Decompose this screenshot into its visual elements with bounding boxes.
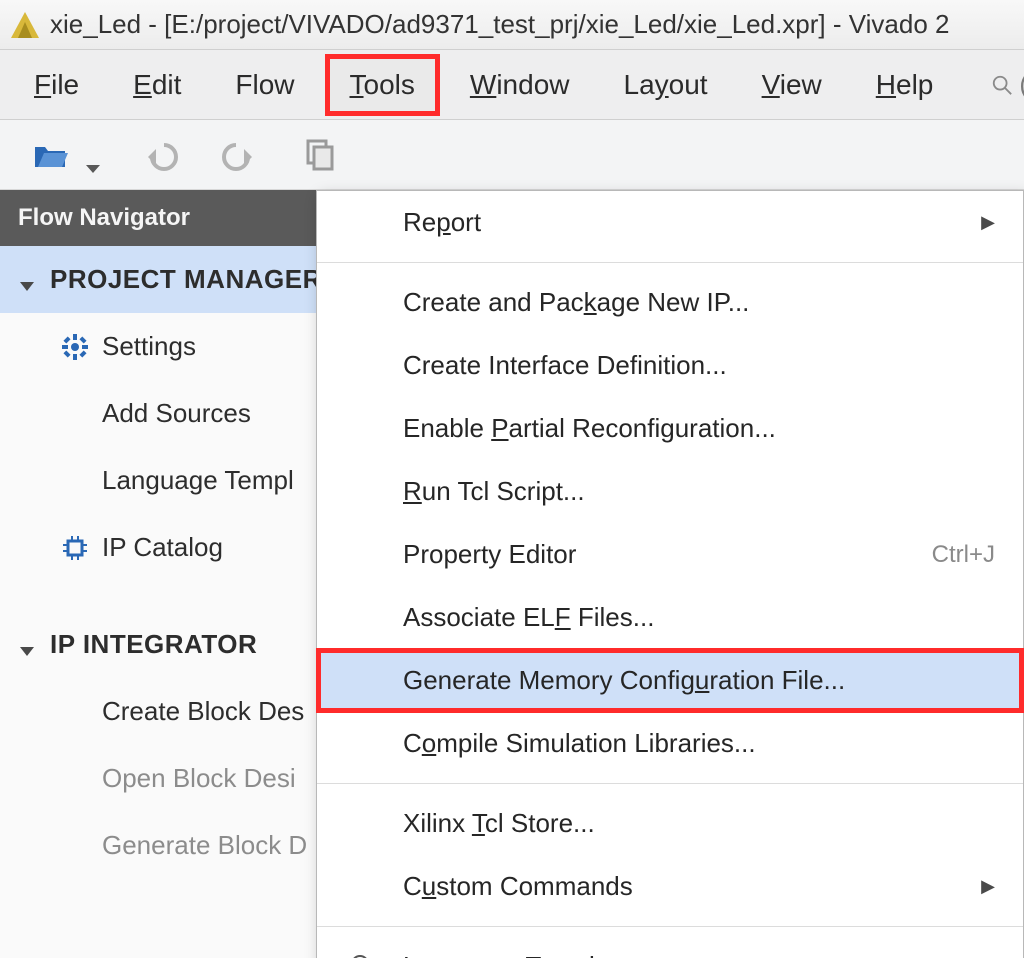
submenu-arrow-icon: ▶: [981, 876, 995, 897]
open-dropdown-icon[interactable]: [86, 165, 100, 173]
menu-edit[interactable]: Edit: [109, 55, 205, 115]
menu-custom-commands[interactable]: Custom Commands ▶: [317, 855, 1023, 918]
toolbar: [0, 120, 1024, 190]
section-ip-integrator[interactable]: IP INTEGRATOR: [0, 611, 360, 678]
nav-create-block-design[interactable]: Create Block Des: [0, 678, 360, 745]
nav-add-sources[interactable]: Add Sources: [0, 380, 360, 447]
menu-enable-partial-reconfig[interactable]: Enable Partial Reconfiguration...: [317, 397, 1023, 460]
nav-label: Settings: [102, 331, 196, 362]
menu-associate-elf-files[interactable]: Associate ELF Files...: [317, 586, 1023, 649]
menu-help[interactable]: Help: [852, 55, 958, 115]
nav-ip-catalog[interactable]: IP Catalog: [0, 514, 360, 581]
chevron-down-icon: [18, 271, 36, 289]
menu-window[interactable]: Window: [446, 55, 594, 115]
flow-navigator-title: Flow Navigator: [0, 190, 360, 246]
copy-icon[interactable]: [300, 135, 340, 175]
menu-report[interactable]: Report ▶: [317, 191, 1023, 254]
nav-language-templates[interactable]: Language Templ: [0, 447, 360, 514]
chevron-down-icon: [18, 636, 36, 654]
nav-label: Generate Block D: [102, 830, 307, 861]
menu-separator: [317, 926, 1023, 927]
nav-generate-block-design[interactable]: Generate Block D: [0, 812, 360, 879]
nav-open-block-design[interactable]: Open Block Desi: [0, 745, 360, 812]
window-titlebar: xie_Led - [E:/project/VIVADO/ad9371_test…: [0, 0, 1024, 50]
open-project-icon[interactable]: [30, 135, 70, 175]
menu-separator: [317, 262, 1023, 263]
menu-create-interface-definition[interactable]: Create Interface Definition...: [317, 334, 1023, 397]
menu-create-package-ip[interactable]: Create and Package New IP...: [317, 271, 1023, 334]
menu-generate-memory-config-file[interactable]: Generate Memory Configuration File...: [317, 649, 1023, 712]
menubar: File Edit Flow Tools Window Layout View …: [0, 50, 1024, 120]
section-label: PROJECT MANAGER: [50, 264, 322, 295]
nav-settings[interactable]: Settings: [0, 313, 360, 380]
submenu-arrow-icon: ▶: [981, 212, 995, 233]
undo-icon[interactable]: [140, 135, 180, 175]
window-title: xie_Led - [E:/project/VIVADO/ad9371_test…: [50, 9, 949, 40]
tools-menu-dropdown: Report ▶ Create and Package New IP... Cr…: [316, 190, 1024, 958]
nav-label: Open Block Desi: [102, 763, 296, 794]
menu-file[interactable]: File: [10, 55, 103, 115]
app-logo-icon: [8, 8, 42, 42]
search-icon: [991, 74, 1013, 96]
lightbulb-icon: [345, 952, 375, 958]
menu-separator: [317, 783, 1023, 784]
flow-navigator-panel: Flow Navigator PROJECT MANAGER Settings …: [0, 190, 360, 958]
menu-compile-simulation-libraries[interactable]: Compile Simulation Libraries...: [317, 712, 1023, 775]
menu-language-templates[interactable]: Language Templates: [317, 935, 1023, 958]
menu-flow[interactable]: Flow: [211, 55, 318, 115]
section-label: IP INTEGRATOR: [50, 629, 257, 660]
section-project-manager[interactable]: PROJECT MANAGER: [0, 246, 360, 313]
nav-label: Add Sources: [102, 398, 251, 429]
menu-view[interactable]: View: [738, 55, 846, 115]
redo-icon[interactable]: [220, 135, 260, 175]
nav-label: IP Catalog: [102, 532, 223, 563]
menu-run-tcl-script[interactable]: Run Tcl Script...: [317, 460, 1023, 523]
menu-property-editor[interactable]: Property Editor Ctrl+J: [317, 523, 1023, 586]
nav-label: Language Templ: [102, 465, 294, 496]
quick-search[interactable]: (: [981, 69, 1024, 100]
nav-label: Create Block Des: [102, 696, 304, 727]
chip-icon: [62, 535, 88, 561]
menu-xilinx-tcl-store[interactable]: Xilinx Tcl Store...: [317, 792, 1023, 855]
shortcut-label: Ctrl+J: [932, 541, 995, 569]
menu-tools[interactable]: Tools: [325, 54, 440, 116]
gear-icon: [62, 334, 88, 360]
menu-layout[interactable]: Layout: [600, 55, 732, 115]
